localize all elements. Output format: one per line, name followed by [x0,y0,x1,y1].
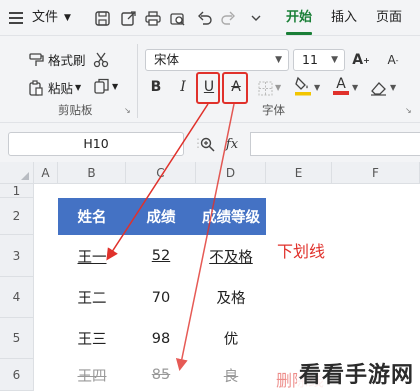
font-color-button[interactable]: A [332,77,350,95]
name-box[interactable]: H10 [8,132,184,156]
menu-bar: 文件 ▼ 开始 插入 页面 [0,0,420,36]
table-header-score[interactable]: 成绩 [126,198,196,235]
table-cell-score[interactable]: 98 [126,318,196,359]
clipboard-group-label: 剪贴板 [58,103,93,117]
active-tab-indicator [286,32,312,35]
font-name-chevron-icon: ▼ [275,55,282,65]
font-size-value: 11 [302,52,318,67]
decrease-font-size-icon[interactable]: A- [384,51,402,69]
clear-format-chevron-icon[interactable]: ▼ [390,83,396,92]
ribbon: 格式刷 粘贴 ▼ ▼ 剪贴板 ↘ 宋体 ▼ 11 ▼ A + A- B I U A… [0,36,420,122]
row-header-6[interactable]: 6 [0,359,34,391]
tab-page[interactable]: 页面 [376,0,402,36]
copy-icon [94,78,110,94]
table-cell-grade[interactable]: 优 [196,318,266,359]
clear-format-icon[interactable] [369,79,387,97]
export-icon[interactable] [118,0,138,36]
font-color-swatch [333,91,349,95]
column-header-b[interactable]: B [58,162,126,184]
row-header-1[interactable]: 1 [0,184,34,198]
bold-button[interactable]: B [147,78,165,96]
file-menu-chevron-icon[interactable]: ▼ [64,0,71,36]
font-group-label: 字体 [262,103,285,117]
more-icon[interactable] [246,0,266,36]
font-size-select[interactable]: 11 ▼ [293,49,345,71]
group-divider [137,44,138,118]
menu-icon[interactable] [6,0,26,36]
column-header-d[interactable]: D [196,162,266,184]
column-header-f[interactable]: F [332,162,420,184]
undo-icon[interactable] [194,0,214,36]
format-painter-label: 格式刷 [48,53,86,68]
table-cell-score[interactable]: 52 [126,235,196,277]
paste-button[interactable]: 粘贴 ▼ [28,78,81,97]
font-color-chevron-icon[interactable]: ▼ [352,83,358,92]
underline-annotation: 下划线 [277,242,326,261]
formula-bar: H10 ⋮ fx [0,122,420,162]
table-cell-name[interactable]: 王二 [58,277,126,318]
table-cell-score[interactable]: 85 [126,359,196,391]
row-header-4[interactable]: 4 [0,277,34,318]
row-header-2[interactable]: 2 [0,198,34,235]
print-preview-icon[interactable] [168,0,188,36]
underline-highlight-box [196,72,220,104]
font-dialog-launcher-icon[interactable]: ↘ [405,106,412,115]
zoom-icon[interactable] [198,135,216,153]
font-name-value: 宋体 [154,52,180,67]
fill-color-chevron-icon[interactable]: ▼ [314,83,320,92]
column-header-e[interactable]: E [266,162,332,184]
table-header-grade[interactable]: 成绩等级 [196,198,266,235]
paste-chevron-icon: ▼ [75,83,82,92]
row-header-5[interactable]: 5 [0,318,34,359]
clipboard-dialog-launcher-icon[interactable]: ↘ [124,106,131,115]
copy-button[interactable]: ▼ [94,78,118,94]
column-header-c[interactable]: C [126,162,196,184]
table-header-name[interactable]: 姓名 [58,198,126,235]
select-all-corner[interactable] [0,162,34,184]
table-cell-score[interactable]: 70 [126,277,196,318]
print-icon[interactable] [143,0,163,36]
table-cell-grade[interactable]: 及格 [196,277,266,318]
font-size-chevron-icon: ▼ [331,55,338,65]
paste-icon [28,79,44,96]
cut-icon[interactable] [92,51,110,69]
table-cell-name[interactable]: 王一 [58,235,126,277]
spreadsheet-grid: A B C D E F 1 2 3 4 5 6 姓名 成绩 成绩等级 王一 52… [0,162,420,391]
font-color-letter: A [336,76,346,93]
file-menu[interactable]: 文件 [32,0,58,36]
strikethrough-highlight-box [222,72,248,104]
format-painter-button[interactable]: 格式刷 [28,50,86,69]
increase-font-size-icon[interactable]: A + [352,51,370,69]
column-header-a[interactable]: A [34,162,58,184]
italic-button[interactable]: I [174,78,192,96]
borders-chevron-icon[interactable]: ▼ [275,83,281,92]
copy-chevron-icon: ▼ [112,81,119,91]
table-cell-name[interactable]: 王四 [58,359,126,391]
row-header-3[interactable]: 3 [0,235,34,277]
borders-icon[interactable] [256,79,274,97]
font-name-select[interactable]: 宋体 ▼ [145,49,289,71]
tab-insert[interactable]: 插入 [331,0,357,36]
table-cell-grade[interactable]: 良 [196,359,266,391]
redo-icon[interactable] [218,0,238,36]
paste-label: 粘贴 [48,81,74,96]
formula-input[interactable] [250,132,420,156]
tab-home[interactable]: 开始 [286,0,312,36]
fill-color-icon[interactable] [294,76,312,96]
save-icon[interactable] [92,0,112,36]
table-cell-name[interactable]: 王三 [58,318,126,359]
table-cell-grade[interactable]: 不及格 [196,235,266,277]
insert-function-icon[interactable]: fx [223,135,241,153]
format-painter-icon [28,52,44,68]
watermark-logo: 看看手游网 [296,357,416,389]
